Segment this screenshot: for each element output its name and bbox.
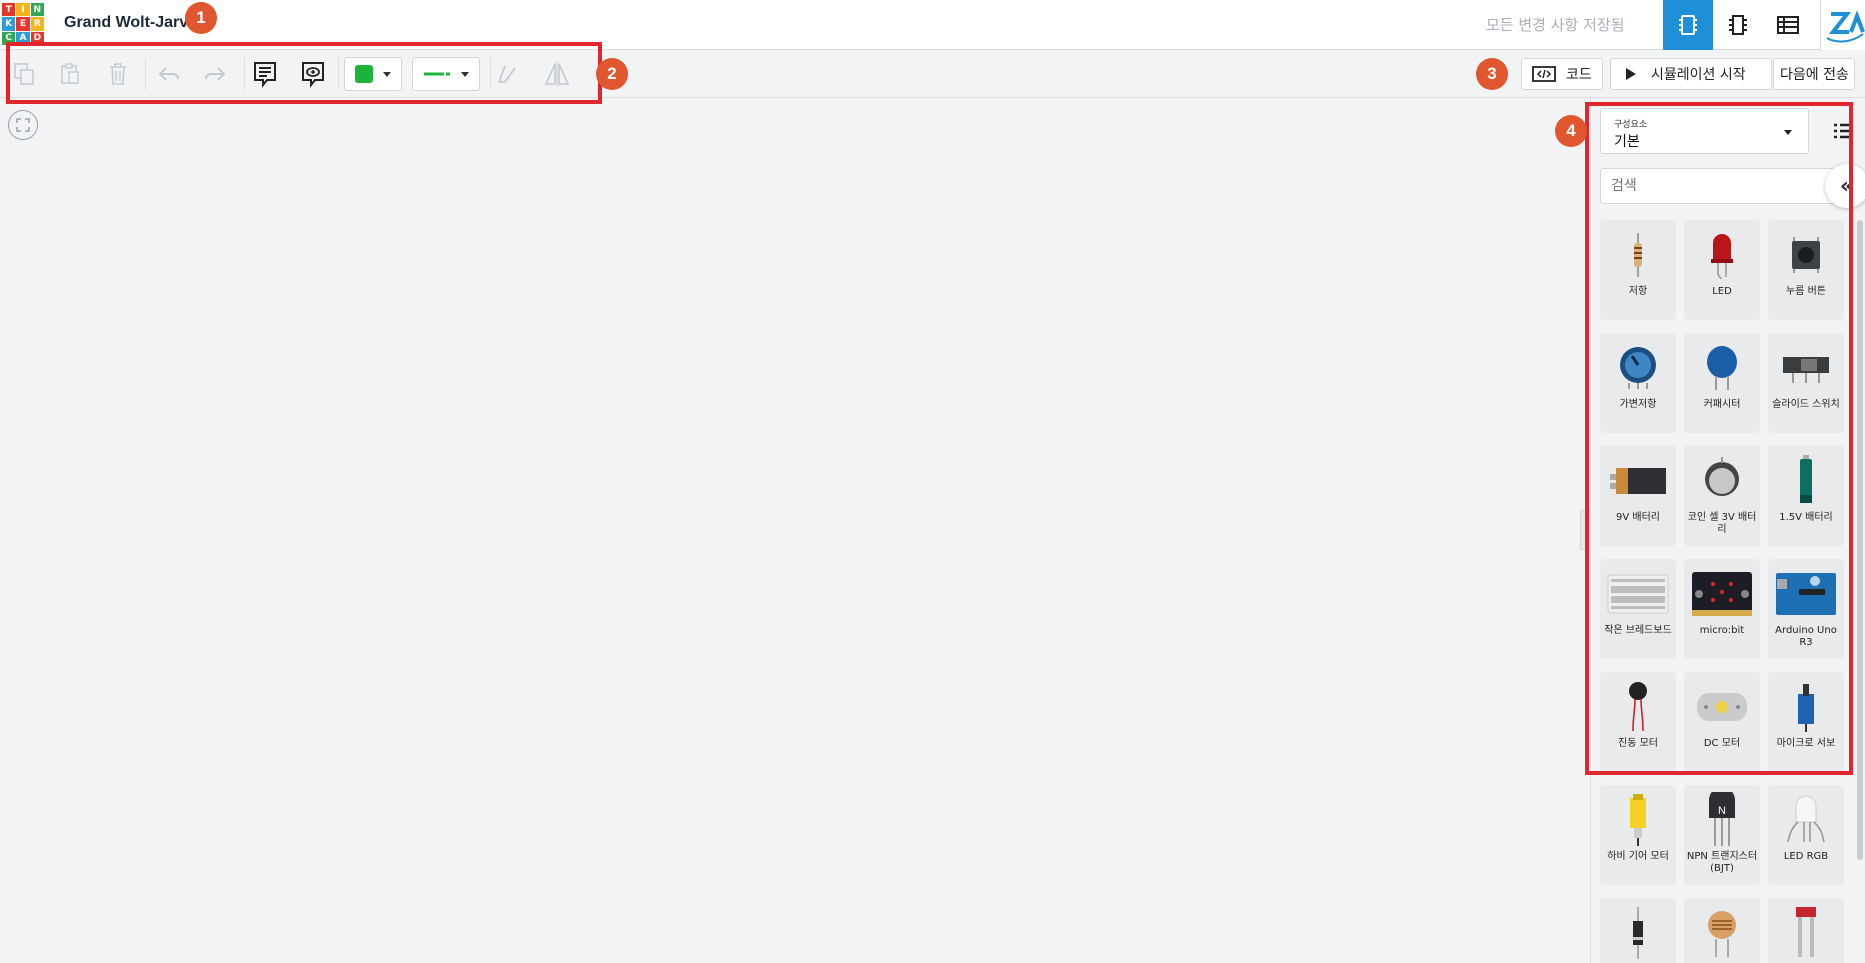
code-icon (1532, 66, 1556, 82)
send-to-button[interactable]: 다음에 전송 (1773, 58, 1855, 90)
component-list-icon (1777, 16, 1799, 34)
soil-sensor-icon (1768, 904, 1844, 962)
logo-letter: I (16, 3, 30, 17)
tinkercad-logo[interactable]: TINKERCAD (2, 3, 44, 45)
circuit-view-icon (1679, 15, 1697, 35)
avatar-logo-icon (1826, 10, 1865, 43)
save-status: 모든 변경 사항 저장됨 (1486, 16, 1625, 34)
play-icon (1626, 68, 1636, 80)
component-card[interactable]: 하비 기어 모터 (1600, 785, 1676, 885)
fit-view-button[interactable] (8, 110, 38, 140)
circuit-view-button[interactable] (1663, 0, 1713, 50)
annotation-badge-4: 4 (1555, 115, 1587, 147)
project-title[interactable]: Grand Wolt-Jarv (64, 14, 188, 32)
user-avatar[interactable] (1820, 0, 1865, 50)
annotation-box-components (1585, 102, 1853, 775)
code-button[interactable]: 코드 (1521, 58, 1603, 90)
component-label: 하비 기어 모터 (1607, 851, 1669, 862)
annotation-badge-3: 3 (1476, 58, 1508, 90)
component-label: LED RGB (1783, 851, 1829, 862)
component-card[interactable] (1768, 898, 1844, 963)
logo-letter: E (16, 17, 30, 31)
annotation-box-toolbar (6, 42, 602, 104)
annotation-badge-2: 2 (596, 58, 628, 90)
npn-transistor-icon: N (1684, 791, 1760, 849)
component-card[interactable]: LED RGB (1768, 785, 1844, 885)
component-label: NPN 트랜지스터(BJT) (1686, 851, 1758, 874)
rgb-led-icon (1768, 791, 1844, 849)
code-button-label: 코드 (1566, 67, 1592, 83)
logo-letter: T (2, 3, 16, 17)
logo-letter: K (2, 17, 16, 31)
component-card[interactable]: N NPN 트랜지스터(BJT) (1684, 785, 1760, 885)
component-card[interactable] (1684, 898, 1760, 963)
gear-motor-icon (1600, 791, 1676, 849)
annotation-badge-1: 1 (185, 2, 217, 34)
schematic-view-button[interactable] (1713, 0, 1763, 50)
tinkercad-circuits-app: TINKERCAD Grand Wolt-Jarv 모든 변경 사항 저장됨 코… (0, 0, 1865, 963)
component-card[interactable] (1600, 898, 1676, 963)
logo-letter: R (30, 17, 44, 31)
photoresistor-icon (1684, 904, 1760, 962)
schematic-view-icon (1729, 15, 1747, 35)
svg-text:N: N (1718, 805, 1726, 817)
panel-scrollbar[interactable] (1857, 220, 1863, 860)
diode-icon (1600, 904, 1676, 962)
fit-view-icon (16, 118, 30, 132)
start-simulation-label: 시뮬레이션 시작 (1651, 67, 1746, 83)
start-simulation-button[interactable]: 시뮬레이션 시작 (1610, 58, 1772, 90)
logo-letter: N (30, 3, 44, 17)
send-to-label: 다음에 전송 (1780, 67, 1849, 83)
component-list-button[interactable] (1763, 0, 1813, 50)
